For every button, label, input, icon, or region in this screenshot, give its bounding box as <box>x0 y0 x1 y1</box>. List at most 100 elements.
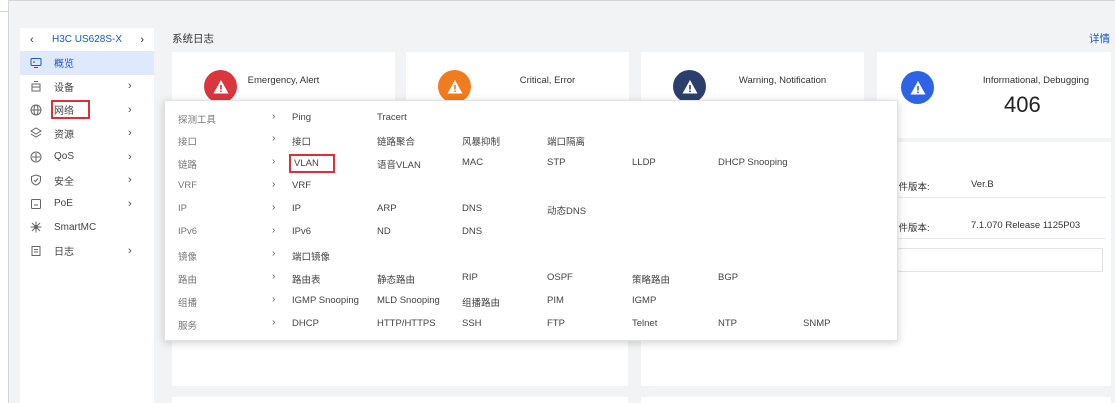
menu-item[interactable]: 动态DNS <box>547 203 586 217</box>
info-value: Ver.B <box>971 179 994 190</box>
menu-item[interactable]: DHCP <box>292 318 319 329</box>
menu-item[interactable]: Ping <box>292 112 311 123</box>
menu-item[interactable]: LLDP <box>632 157 656 168</box>
panel-edge <box>172 397 628 403</box>
menu-item[interactable]: 静态路由 <box>377 272 415 286</box>
menu-item[interactable]: BGP <box>718 272 738 283</box>
chevron-right-icon: › <box>272 294 276 305</box>
menu-item[interactable]: FTP <box>547 318 565 329</box>
device-name[interactable]: H3C US628S-X <box>52 34 122 45</box>
menu-category: IPv6 <box>178 226 198 237</box>
menu-item[interactable]: SNMP <box>803 318 830 329</box>
menu-row: VRF › VRF <box>165 175 897 199</box>
menu-row: IP › IP ARP DNS 动态DNS <box>165 198 897 222</box>
log-icon <box>30 245 42 257</box>
menu-category: IP <box>178 203 187 214</box>
sidebar-item-label: PoE <box>54 198 73 210</box>
menu-item[interactable]: IGMP <box>632 295 656 306</box>
chevron-right-icon: › <box>272 179 276 190</box>
sidebar-item-overview[interactable]: 概览 <box>20 51 154 75</box>
menu-item[interactable]: 路由表 <box>292 272 321 286</box>
menu-item[interactable]: PIM <box>547 295 564 306</box>
details-link[interactable]: 详情 <box>1089 31 1110 46</box>
menu-category: 镜像 <box>178 252 198 263</box>
sidebar-item-security[interactable]: 安全 › <box>20 169 154 193</box>
menu-item[interactable]: DNS <box>462 226 482 237</box>
info-row-empty <box>894 248 1103 272</box>
sidebar-item-label: 资源 <box>54 129 74 141</box>
menu-item[interactable]: 接口 <box>292 134 311 148</box>
sidebar: ‹ H3C US628S-X › 概览 设备 › 网络 › 资源 › QoS ›… <box>20 28 154 403</box>
menu-item[interactable]: STP <box>547 157 565 168</box>
menu-item[interactable]: VRF <box>292 180 311 191</box>
log-card-title: Warning, Notification <box>738 75 827 86</box>
chevron-right-icon: › <box>272 111 276 122</box>
menu-item[interactable]: IPv6 <box>292 226 311 237</box>
menu-item[interactable]: MAC <box>462 157 483 168</box>
menu-category: 服务 <box>178 321 198 332</box>
monitor-icon <box>30 57 42 69</box>
menu-category: 接口 <box>178 137 198 148</box>
menu-item[interactable]: 端口镜像 <box>292 249 330 263</box>
menu-item[interactable]: IGMP Snooping <box>292 295 359 306</box>
warning-icon <box>910 80 925 94</box>
panel-edge <box>641 397 1111 403</box>
chevron-right-icon: › <box>272 156 276 167</box>
menu-item[interactable]: DHCP Snooping <box>718 157 788 168</box>
chevron-right-icon: › <box>128 150 132 163</box>
menu-item[interactable]: OSPF <box>547 272 573 283</box>
menu-row: 服务 › DHCP HTTP/HTTPS SSH FTP Telnet NTP … <box>165 313 897 337</box>
sidebar-item-device[interactable]: 设备 › <box>20 75 154 99</box>
sidebar-item-label: 概览 <box>54 59 74 71</box>
sidebar-item-network[interactable]: 网络 › <box>20 98 154 122</box>
menu-category: 探测工具 <box>178 115 217 126</box>
sidebar-item-label: QoS <box>54 151 75 163</box>
chevron-right-icon: › <box>272 225 276 236</box>
menu-item[interactable]: Telnet <box>632 318 657 329</box>
menu-item[interactable]: Tracert <box>377 112 407 123</box>
menu-item-vlan[interactable]: VLAN <box>289 154 335 173</box>
menu-item[interactable]: 端口隔离 <box>547 134 585 148</box>
chevron-right-icon: › <box>272 202 276 213</box>
log-count: 406 <box>1004 92 1041 117</box>
chevron-right-icon: › <box>128 174 132 187</box>
menu-item[interactable]: RIP <box>462 272 478 283</box>
sidebar-item-label: SmartMC <box>54 221 97 233</box>
menu-item[interactable]: 语音VLAN <box>377 157 421 171</box>
chevron-right-icon: › <box>128 244 132 257</box>
prev-device-button[interactable]: ‹ <box>30 34 34 46</box>
menu-item[interactable]: 组播路由 <box>462 295 500 309</box>
chevron-right-icon: › <box>272 248 276 259</box>
menu-item[interactable]: 策略路由 <box>632 272 670 286</box>
log-card-title: Critical, Error <box>519 75 576 86</box>
menu-item[interactable]: IP <box>292 203 301 214</box>
cluster-icon <box>30 221 42 233</box>
sidebar-item-smartmc[interactable]: SmartMC <box>20 216 154 240</box>
shield-icon <box>30 174 42 186</box>
menu-category: 组播 <box>178 298 198 309</box>
info-value: 7.1.070 Release 1125P03 <box>971 220 1081 231</box>
menu-item[interactable]: ARP <box>377 203 397 214</box>
menu-item[interactable]: ND <box>377 226 391 237</box>
sidebar-item-poe[interactable]: PoE › <box>20 192 154 216</box>
menu-row: 接口 › 接口 链路聚合 风暴抑制 端口隔离 <box>165 129 897 153</box>
menu-item[interactable]: 链路聚合 <box>377 134 415 148</box>
menu-category: 路由 <box>178 275 198 286</box>
next-device-button[interactable]: › <box>140 34 144 46</box>
poe-icon <box>30 198 42 210</box>
menu-item[interactable]: SSH <box>462 318 482 329</box>
sidebar-item-log[interactable]: 日志 › <box>20 239 154 263</box>
layers-icon <box>30 127 42 139</box>
log-card-informational[interactable]: Informational, Debugging 406 <box>877 52 1111 138</box>
network-dropdown-menu: 探测工具 › Ping Tracert 接口 › 接口 链路聚合 风暴抑制 端口… <box>164 100 898 341</box>
menu-item[interactable]: 风暴抑制 <box>462 134 500 148</box>
menu-item[interactable]: MLD Snooping <box>377 295 440 306</box>
menu-item[interactable]: HTTP/HTTPS <box>377 318 436 329</box>
sidebar-item-qos[interactable]: QoS › <box>20 145 154 169</box>
menu-item[interactable]: DNS <box>462 203 482 214</box>
menu-item[interactable]: NTP <box>718 318 737 329</box>
log-card-title: Emergency, Alert <box>247 75 320 86</box>
sidebar-item-label: 安全 <box>54 176 74 188</box>
sidebar-item-resource[interactable]: 资源 › <box>20 122 154 146</box>
sidebar-item-label: 网络 <box>51 100 90 120</box>
